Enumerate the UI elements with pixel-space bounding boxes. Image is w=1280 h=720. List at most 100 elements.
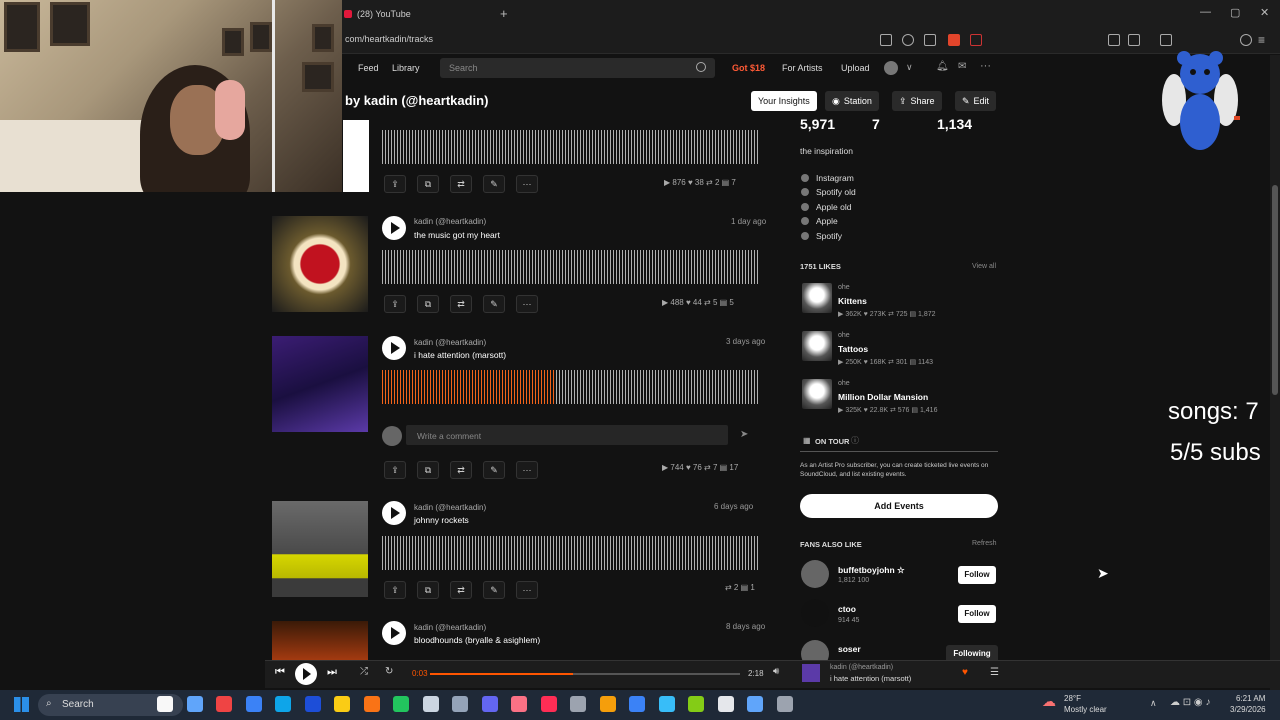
brave-shield-icon[interactable] [948, 34, 960, 46]
more-icon-button[interactable]: ··· [516, 461, 538, 479]
taskbar-app-icon[interactable] [481, 696, 498, 712]
taskbar-app-icon[interactable] [599, 696, 616, 712]
taskbar-app-icon[interactable] [540, 696, 557, 712]
repost-icon-button[interactable]: ⇄ [450, 461, 472, 479]
waveform[interactable] [382, 130, 760, 164]
taskbar-app-icon[interactable] [688, 696, 704, 712]
copy-link-icon-button[interactable]: ⧉ [417, 295, 439, 313]
copy-link-icon-button[interactable]: ⧉ [417, 581, 439, 599]
notifications-icon[interactable]: 🔔︎ [936, 61, 949, 72]
repost-icon-button[interactable]: ⇄ [450, 175, 472, 193]
previous-icon[interactable]: ⏮ [275, 666, 285, 679]
messages-icon[interactable]: ✉ [958, 61, 966, 72]
follow-button[interactable]: Follow [958, 566, 996, 584]
edit-icon-button[interactable]: ✎ [483, 295, 505, 313]
add-events-button[interactable]: Add Events [800, 494, 998, 518]
heart-icon[interactable]: ♥ [962, 667, 968, 678]
next-icon[interactable]: ⏭ [327, 666, 337, 679]
taskbar-app-icon[interactable] [570, 696, 586, 712]
url-field[interactable]: com/heartkadin/tracks [345, 34, 433, 44]
user-avatar[interactable] [884, 61, 898, 75]
close-button[interactable]: ✕ [1260, 6, 1269, 19]
taskbar-app-icon[interactable] [776, 696, 793, 712]
now-playing-user[interactable]: kadin (@heartkadin) [830, 664, 893, 671]
fan-avatar[interactable] [801, 599, 829, 627]
fan-name[interactable]: buffetboyjohn ☆ [838, 565, 905, 576]
send-icon[interactable]: ➤ [740, 429, 748, 440]
edit-icon-button[interactable]: ✎ [483, 175, 505, 193]
liked-track-art[interactable] [802, 283, 832, 313]
track-user[interactable]: kadin (@heartkadin) [414, 217, 486, 226]
follow-button[interactable]: Follow [958, 605, 996, 623]
taskbar-app-icon[interactable] [452, 696, 468, 712]
new-tab-button[interactable]: + [500, 6, 508, 21]
share-icon-button[interactable]: ⇪ [384, 295, 406, 313]
now-playing-title[interactable]: i hate attention (marsott) [830, 674, 911, 683]
sidebar-icon[interactable] [1128, 34, 1140, 46]
repost-icon-button[interactable]: ⇄ [450, 295, 472, 313]
track-art[interactable] [272, 216, 368, 312]
more-icon-button[interactable]: ··· [516, 175, 538, 193]
for-artists-link[interactable]: For Artists [782, 63, 823, 73]
taskbar-app-icon[interactable] [422, 696, 439, 712]
fan-name[interactable]: ctoo [838, 604, 856, 614]
tracks-count[interactable]: 1,134 [937, 116, 972, 132]
browser-tab[interactable]: (28) YouTube [340, 4, 490, 24]
liked-track-user[interactable]: ohe [838, 284, 850, 291]
taskbar-app-icon[interactable] [245, 696, 262, 712]
liked-track-art[interactable] [802, 331, 832, 361]
your-insights-button[interactable]: Your Insights [751, 91, 817, 111]
taskbar-app-icon[interactable] [658, 696, 675, 712]
more-icon-button[interactable]: ··· [516, 295, 538, 313]
more-icon[interactable]: ··· [980, 60, 991, 72]
liked-track-art[interactable] [802, 379, 832, 409]
menu-icon[interactable]: ≡ [1258, 33, 1265, 47]
track-user[interactable]: kadin (@heartkadin) [414, 623, 486, 632]
track-art[interactable] [343, 120, 369, 192]
vpn-icon[interactable] [1240, 34, 1252, 46]
screenshot-icon[interactable] [880, 34, 892, 46]
taskbar-app-icon[interactable] [157, 696, 173, 712]
edit-icon-button[interactable]: ✎ [483, 461, 505, 479]
likes-heading[interactable]: 1751 LIKES [800, 262, 841, 271]
windows-start-icon[interactable] [14, 697, 29, 712]
gold-upsell-link[interactable]: Got $18 [732, 63, 765, 73]
chevron-down-icon[interactable]: ∨ [906, 62, 913, 73]
tray-icons[interactable]: ☁ ⊡ ◉ ♪ [1170, 697, 1210, 708]
taskbar-app-icon[interactable] [304, 696, 321, 712]
taskbar-app-icon[interactable] [186, 696, 203, 712]
taskbar-app-icon[interactable] [717, 696, 734, 712]
track-title[interactable]: the music got my heart [414, 230, 500, 240]
link-instagram[interactable]: Instagram [816, 173, 854, 183]
taskbar-app-icon[interactable] [275, 696, 291, 712]
upload-link[interactable]: Upload [841, 63, 870, 73]
track-title[interactable]: i hate attention (marsott) [414, 350, 506, 360]
track-art[interactable] [272, 336, 368, 432]
view-all-link[interactable]: View all [972, 263, 996, 270]
taskbar-app-icon[interactable] [334, 696, 350, 712]
taskbar-app-icon[interactable] [747, 696, 763, 712]
clock-time[interactable]: 6:21 AM [1236, 694, 1265, 703]
repeat-icon[interactable]: ↻ [385, 666, 393, 677]
play-button[interactable] [382, 336, 406, 360]
weather-icon[interactable]: ☁ [1042, 693, 1056, 710]
track-user[interactable]: kadin (@heartkadin) [414, 503, 486, 512]
copy-link-icon-button[interactable]: ⧉ [417, 461, 439, 479]
edit-button[interactable]: ✎ Edit [955, 91, 997, 111]
minimize-button[interactable]: — [1200, 6, 1211, 18]
nav-feed[interactable]: Feed [358, 63, 379, 73]
refresh-link[interactable]: Refresh [972, 540, 997, 547]
taskbar-app-icon[interactable] [629, 696, 645, 712]
station-button[interactable]: ◉ Station [825, 91, 879, 111]
copy-link-icon-button[interactable]: ⧉ [417, 175, 439, 193]
track-art[interactable] [272, 621, 368, 660]
share-page-icon[interactable] [924, 34, 936, 46]
edit-icon-button[interactable]: ✎ [483, 581, 505, 599]
extensions-icon[interactable] [1108, 34, 1120, 46]
share-button[interactable]: ⇪ Share [892, 91, 942, 111]
liked-track-user[interactable]: ohe [838, 380, 850, 387]
share-icon-button[interactable]: ⇪ [384, 461, 406, 479]
now-playing-art[interactable] [802, 664, 820, 682]
play-button[interactable] [382, 621, 406, 645]
volume-icon[interactable]: 🔊︎ [773, 666, 779, 677]
